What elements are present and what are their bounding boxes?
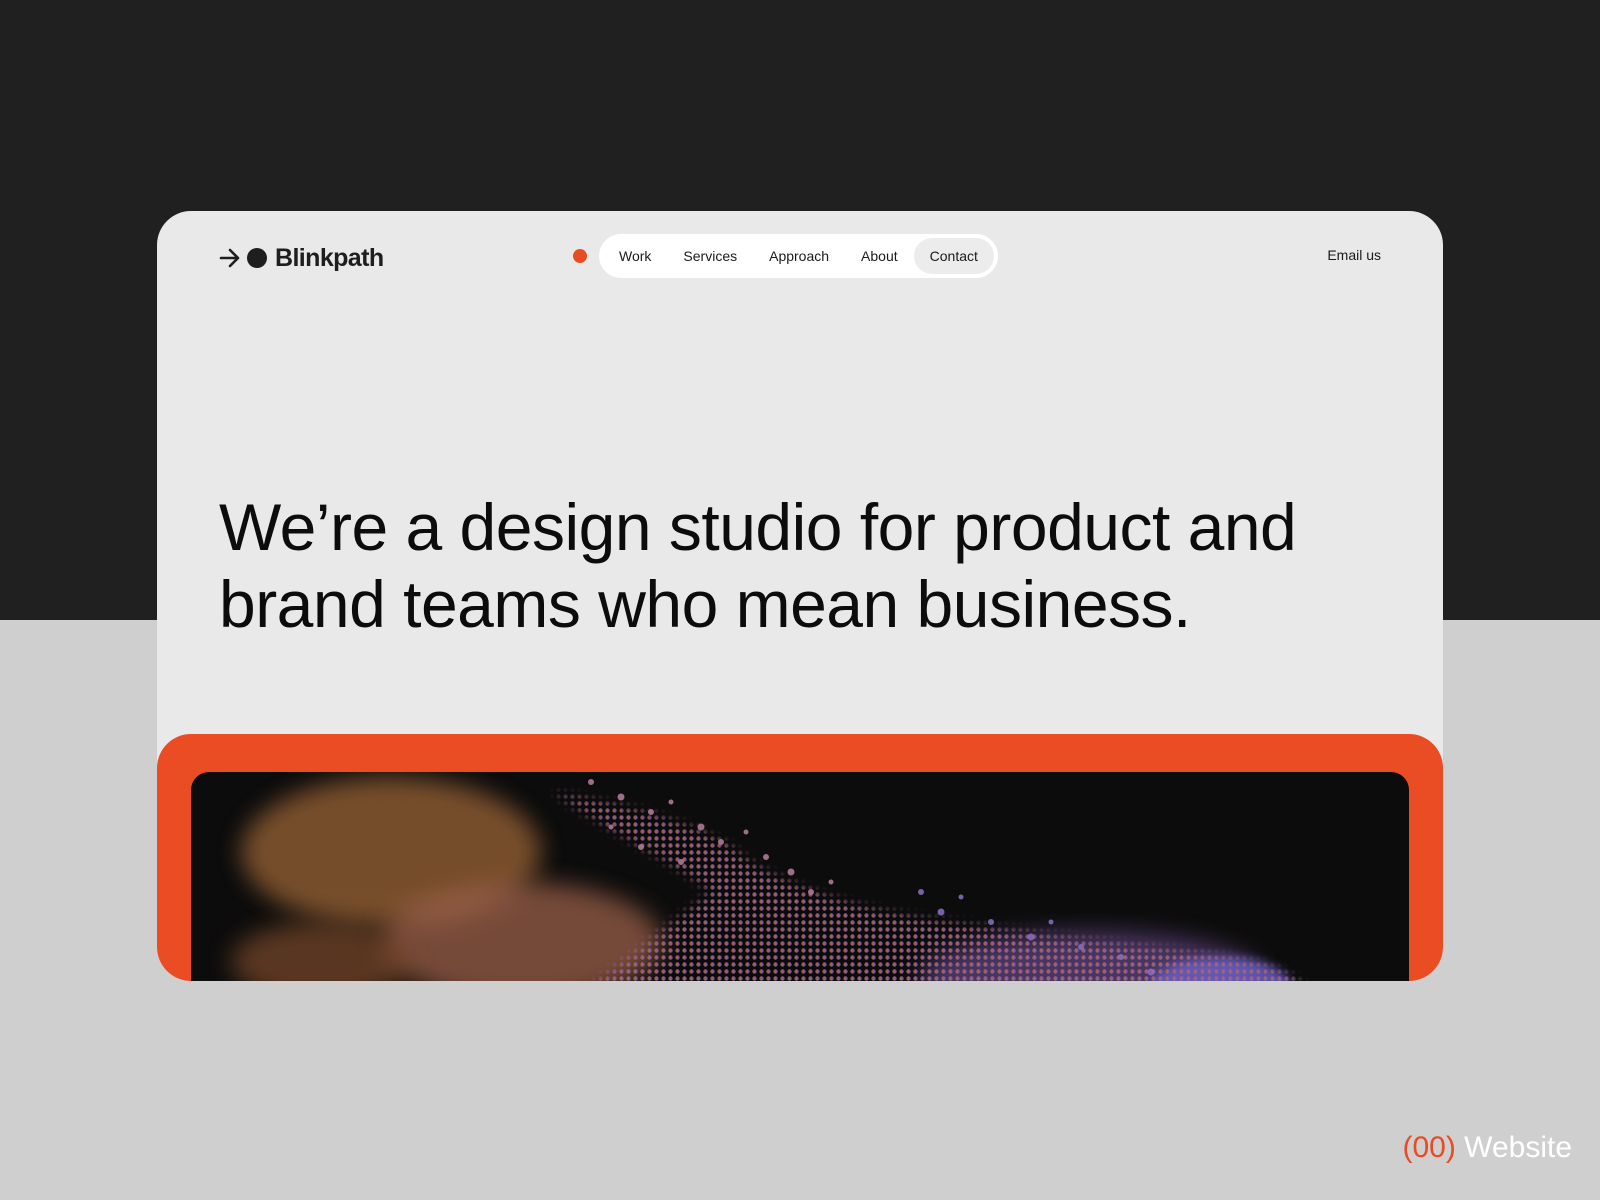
main-nav: Work Services Approach About Contact bbox=[599, 234, 998, 278]
status-dot-icon bbox=[573, 249, 587, 263]
caption-label: Website bbox=[1464, 1131, 1572, 1164]
website-preview-card: Blinkpath Work Services Approach About C… bbox=[157, 211, 1443, 981]
showcase-image bbox=[191, 772, 1409, 981]
hero-headline: We’re a design studio for product and br… bbox=[219, 490, 1297, 641]
brand-logo[interactable]: Blinkpath bbox=[219, 241, 384, 275]
particle-cloud-graphic bbox=[191, 772, 1409, 981]
nav-item-services[interactable]: Services bbox=[667, 238, 753, 274]
caption-number: (00) bbox=[1402, 1131, 1456, 1164]
nav-item-contact[interactable]: Contact bbox=[913, 238, 994, 274]
nav-item-about[interactable]: About bbox=[845, 238, 914, 274]
email-us-link[interactable]: Email us bbox=[1327, 247, 1381, 263]
nav-item-approach[interactable]: Approach bbox=[753, 238, 845, 274]
slide-caption: (00) Website bbox=[1402, 1131, 1572, 1165]
dot-icon bbox=[247, 248, 267, 268]
arrow-right-icon bbox=[219, 248, 240, 268]
nav-item-work[interactable]: Work bbox=[603, 238, 667, 274]
showcase-frame bbox=[157, 734, 1443, 981]
brand-name: Blinkpath bbox=[275, 243, 384, 272]
